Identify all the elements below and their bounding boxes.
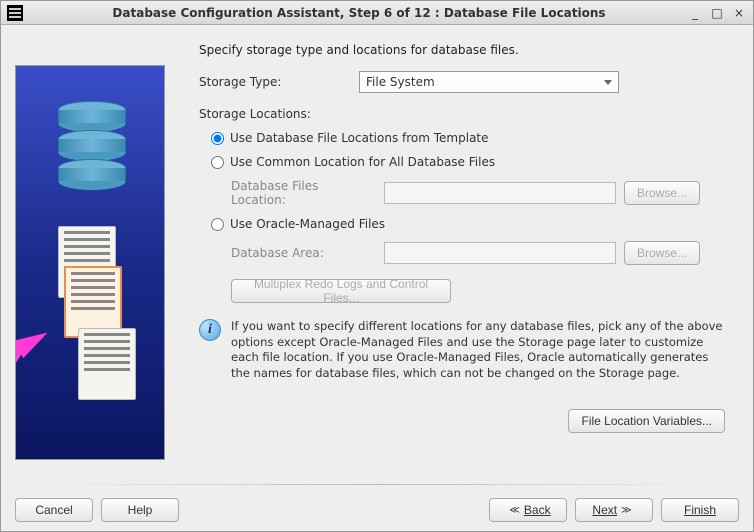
radio-use-template-label: Use Database File Locations from Templat… (230, 131, 489, 145)
db-area-input (384, 242, 616, 264)
database-cylinder-icon (58, 101, 128, 201)
db-files-location-input (384, 182, 616, 204)
document-icon (78, 328, 136, 400)
chevron-left-icon: ≪ (509, 505, 519, 516)
app-icon (7, 5, 23, 21)
chevron-down-icon (604, 80, 612, 85)
radio-use-omf[interactable]: Use Oracle-Managed Files (211, 217, 739, 231)
storage-type-label: Storage Type: (199, 75, 359, 89)
next-button[interactable]: Next≫ (575, 498, 653, 522)
db-files-location-label: Database Files Location: (231, 179, 376, 207)
radio-use-common-label: Use Common Location for All Database Fil… (230, 155, 495, 169)
wizard-sidebar-image (15, 65, 165, 460)
radio-use-common[interactable]: Use Common Location for All Database Fil… (211, 155, 739, 169)
browse-common-button[interactable]: Browse... (624, 181, 700, 205)
radio-use-omf-label: Use Oracle-Managed Files (230, 217, 385, 231)
content: Specify storage type and locations for d… (1, 25, 753, 480)
window-title: Database Configuration Assistant, Step 6… (31, 6, 687, 20)
radio-use-omf-input[interactable] (211, 218, 224, 231)
help-button[interactable]: Help (101, 498, 179, 522)
footer: Cancel Help ≪Back Next≫ Finish (1, 489, 753, 531)
chevron-right-icon: ≫ (621, 505, 631, 516)
radio-use-template[interactable]: Use Database File Locations from Templat… (211, 131, 739, 145)
close-button[interactable]: × (731, 5, 747, 21)
info-block: i If you want to specify different locat… (199, 319, 727, 381)
arrow-icon (15, 324, 53, 358)
main-panel: Specify storage type and locations for d… (175, 37, 739, 474)
storage-locations-label: Storage Locations: (199, 107, 739, 121)
maximize-button[interactable]: □ (709, 5, 725, 21)
page-heading: Specify storage type and locations for d… (199, 43, 739, 57)
file-location-variables-button[interactable]: File Location Variables... (568, 409, 725, 433)
db-area-label: Database Area: (231, 246, 376, 260)
minimize-button[interactable]: _ (687, 5, 703, 21)
storage-type-dropdown[interactable]: File System (359, 71, 619, 93)
omf-area-row: Database Area: Browse... (231, 241, 739, 265)
browse-omf-button[interactable]: Browse... (624, 241, 700, 265)
cancel-button[interactable]: Cancel (15, 498, 93, 522)
window-controls: _ □ × (687, 5, 747, 21)
finish-button[interactable]: Finish (661, 498, 739, 522)
radio-use-template-input[interactable] (211, 132, 224, 145)
common-location-row: Database Files Location: Browse... (231, 179, 739, 207)
window: Database Configuration Assistant, Step 6… (0, 0, 754, 532)
back-button[interactable]: ≪Back (489, 498, 567, 522)
storage-type-value: File System (366, 75, 435, 89)
storage-type-row: Storage Type: File System (199, 71, 739, 93)
info-icon: i (199, 319, 221, 341)
multiplex-button[interactable]: Multiplex Redo Logs and Control Files... (231, 279, 451, 303)
titlebar: Database Configuration Assistant, Step 6… (1, 1, 753, 25)
radio-use-common-input[interactable] (211, 156, 224, 169)
info-text: If you want to specify different locatio… (231, 319, 727, 381)
separator (11, 484, 743, 485)
